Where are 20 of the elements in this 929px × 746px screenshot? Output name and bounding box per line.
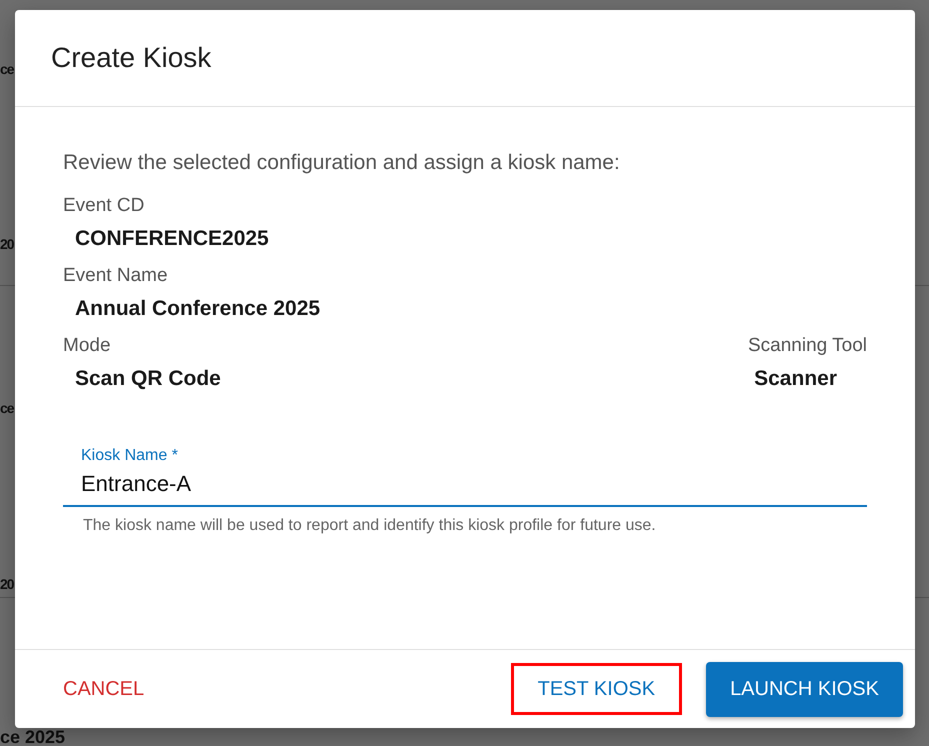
intro-text: Review the selected configuration and assign a kiosk name:: [63, 151, 621, 175]
field-label: Event CD: [63, 195, 146, 217]
background-text: 20: [0, 235, 14, 253]
field-label: Mode: [63, 335, 111, 357]
dialog-title: Create Kiosk: [51, 42, 212, 74]
background-text: 20: [0, 575, 14, 593]
field-label: Scanning Tool: [748, 335, 867, 357]
launch-button[interactable]: LAUNCH KIOSK: [706, 662, 903, 716]
field-value: CONFERENCE2025: [75, 227, 270, 251]
kiosk-name-field[interactable]: Kiosk Name * Entrance-A: [63, 447, 867, 507]
background-text: ce: [0, 399, 14, 417]
test-button[interactable]: TEST KIOSK: [510, 663, 682, 715]
background-text: ce: [0, 60, 14, 78]
field-label: Event Name: [63, 265, 169, 287]
field-value: Scanner: [754, 367, 837, 391]
cancel-button[interactable]: CANCEL: [39, 663, 168, 715]
helper-text: The kiosk name will be used to report and identify this kiosk profile for future use.: [83, 517, 657, 535]
field-value: Annual Conference 2025: [75, 297, 322, 321]
background-text: ce 2025: [0, 728, 66, 746]
field-value: Scan QR Code: [75, 367, 221, 391]
